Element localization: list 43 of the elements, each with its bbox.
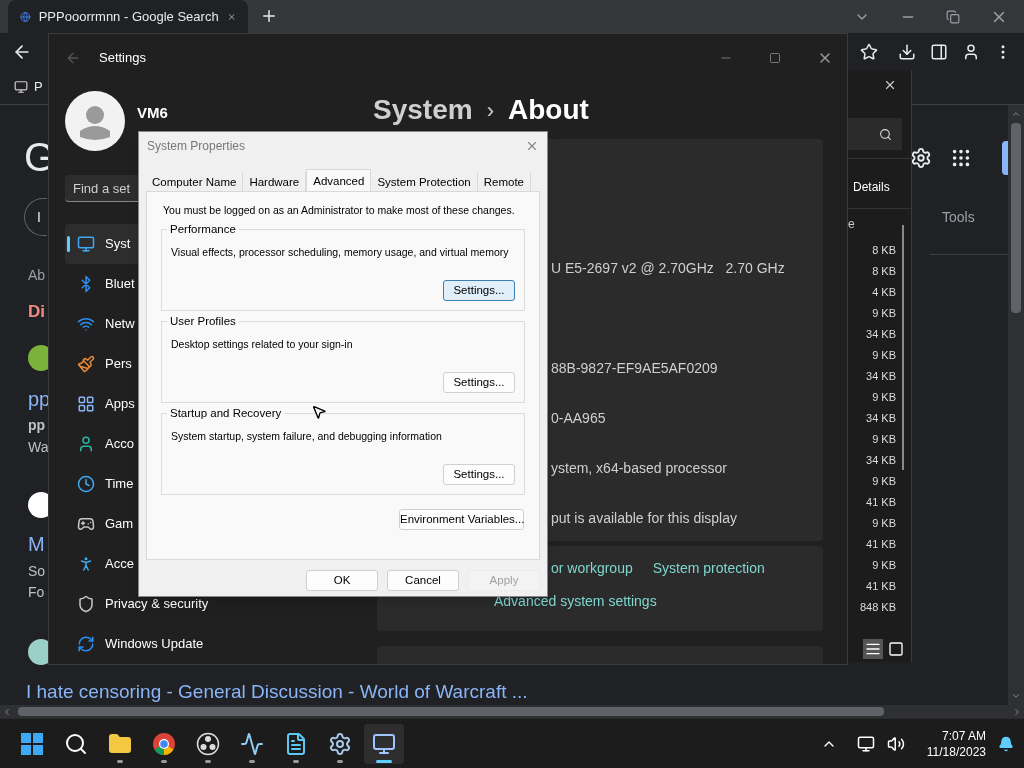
group-description: Visual effects, processor scheduling, memory usage, and virtual memory bbox=[171, 246, 510, 259]
result-subtitle: pp bbox=[28, 416, 46, 433]
file-size: 9 KB bbox=[872, 390, 896, 405]
group-description: Desktop settings related to your sign-in bbox=[171, 338, 354, 351]
spec-value: 88B-9827-EF9AE5AF0209 bbox=[551, 359, 719, 378]
file-size: 9 KB bbox=[872, 558, 896, 573]
file-size: 8 KB bbox=[872, 264, 896, 279]
page-title: About bbox=[507, 93, 589, 127]
file-size: 9 KB bbox=[872, 432, 896, 447]
file-size: 34 KB bbox=[866, 327, 896, 342]
file-size: 9 KB bbox=[872, 474, 896, 489]
breadcrumb-separator: › bbox=[486, 96, 494, 125]
spec-value: 0-AA965 bbox=[551, 409, 607, 428]
result-snippet: Wa bbox=[28, 438, 49, 455]
user-name: VM6 bbox=[137, 102, 168, 123]
spec-value: U E5-2697 v2 @ 2.70GHz 2.70 GHz bbox=[551, 259, 786, 278]
spelling-suggestion: Di bbox=[28, 301, 45, 323]
results-count: Ab bbox=[28, 266, 46, 285]
dialog-title: System Properties bbox=[147, 138, 246, 155]
tab-title: PPPooorrmnn - Google Search bbox=[38, 7, 219, 26]
window-title: Settings bbox=[99, 49, 146, 68]
column-header: e bbox=[848, 216, 856, 233]
admin-notice: You must be logged on as an Administrator to make most of these changes. bbox=[163, 204, 516, 217]
group-title: Startup and Recovery bbox=[167, 406, 285, 420]
file-size: 41 KB bbox=[866, 495, 896, 510]
file-size: 9 KB bbox=[872, 348, 896, 363]
group-title: Performance bbox=[167, 222, 239, 236]
file-size: 34 KB bbox=[866, 369, 896, 384]
file-size: 34 KB bbox=[866, 411, 896, 426]
result-snippet: Fo bbox=[28, 583, 45, 600]
spec-value: put is available for this display bbox=[551, 509, 738, 528]
file-size: 9 KB bbox=[872, 516, 896, 531]
group-title: User Profiles bbox=[167, 314, 239, 328]
file-size: 4 KB bbox=[872, 285, 896, 300]
group-description: System startup, system failure, and debugging information bbox=[171, 430, 443, 443]
file-size: 8 KB bbox=[872, 243, 896, 258]
file-size: 848 KB bbox=[859, 600, 896, 615]
result-snippet: So bbox=[28, 562, 46, 579]
file-size: 41 KB bbox=[866, 579, 896, 594]
spec-value: ystem, x64-based processor bbox=[551, 459, 728, 478]
file-size: 34 KB bbox=[866, 453, 896, 468]
file-size: 9 KB bbox=[872, 306, 896, 321]
file-size: 41 KB bbox=[866, 537, 896, 552]
